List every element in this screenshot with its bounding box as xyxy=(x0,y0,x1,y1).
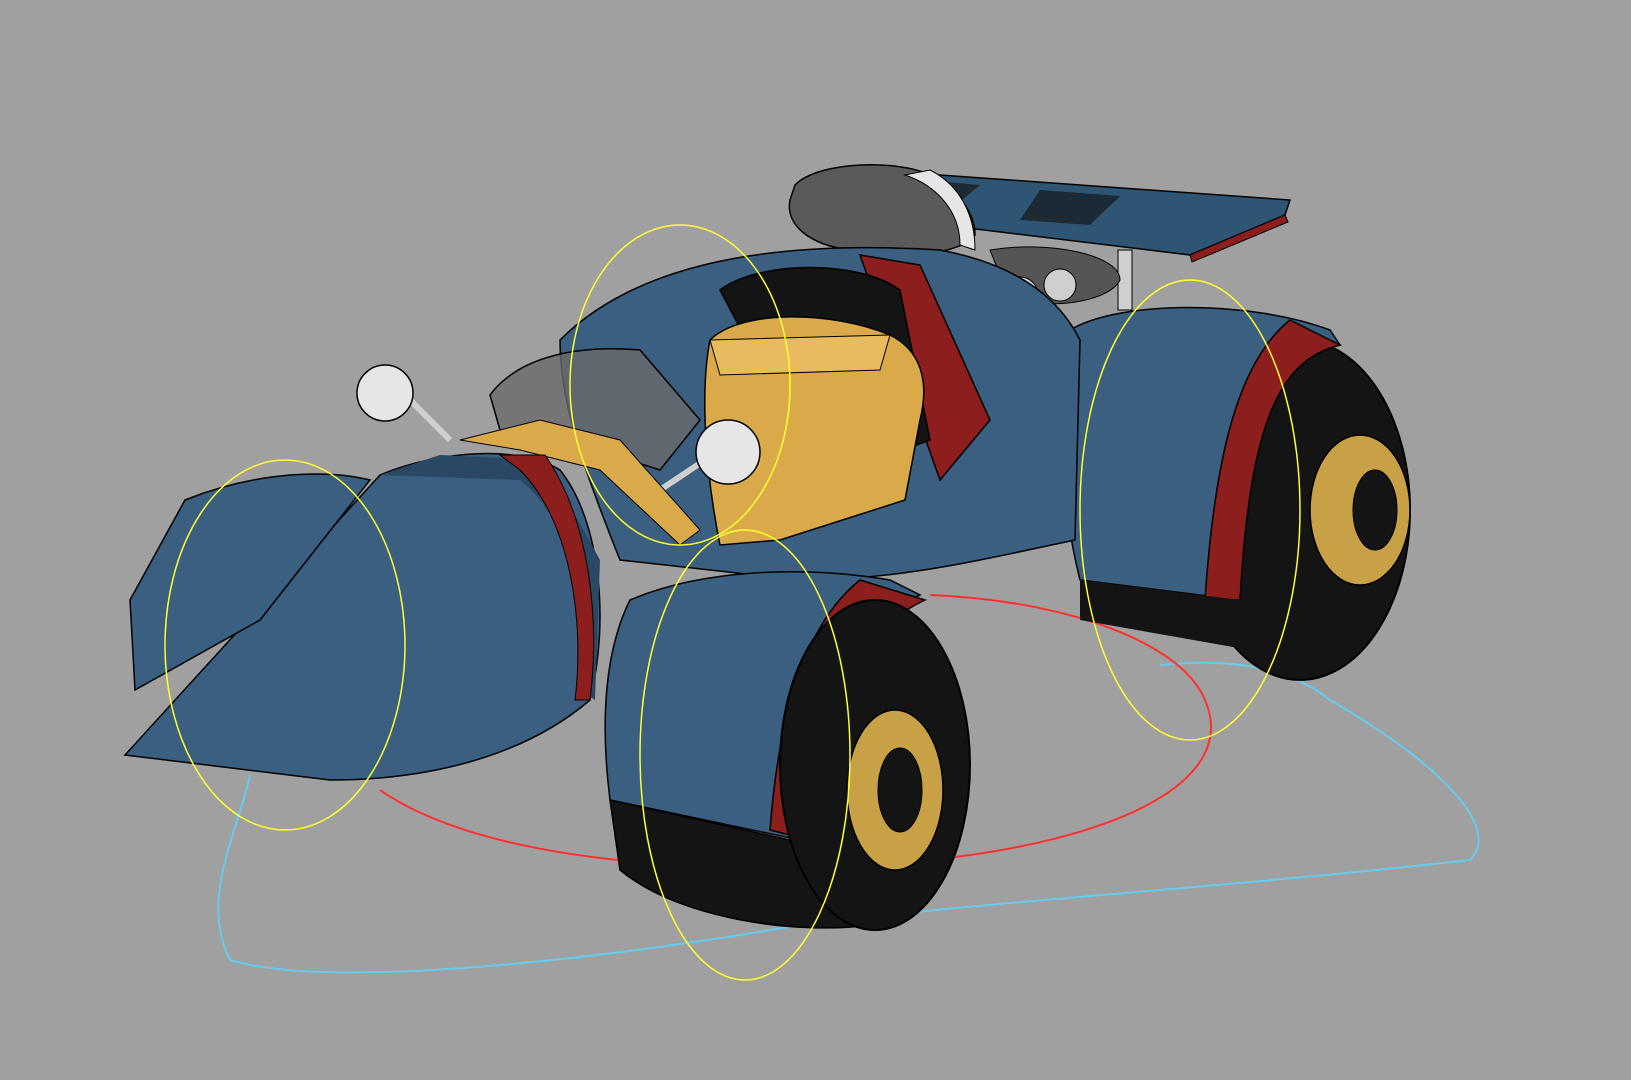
viewport-canvas[interactable] xyxy=(0,0,1631,1080)
3d-viewport[interactable] xyxy=(0,0,1631,1080)
